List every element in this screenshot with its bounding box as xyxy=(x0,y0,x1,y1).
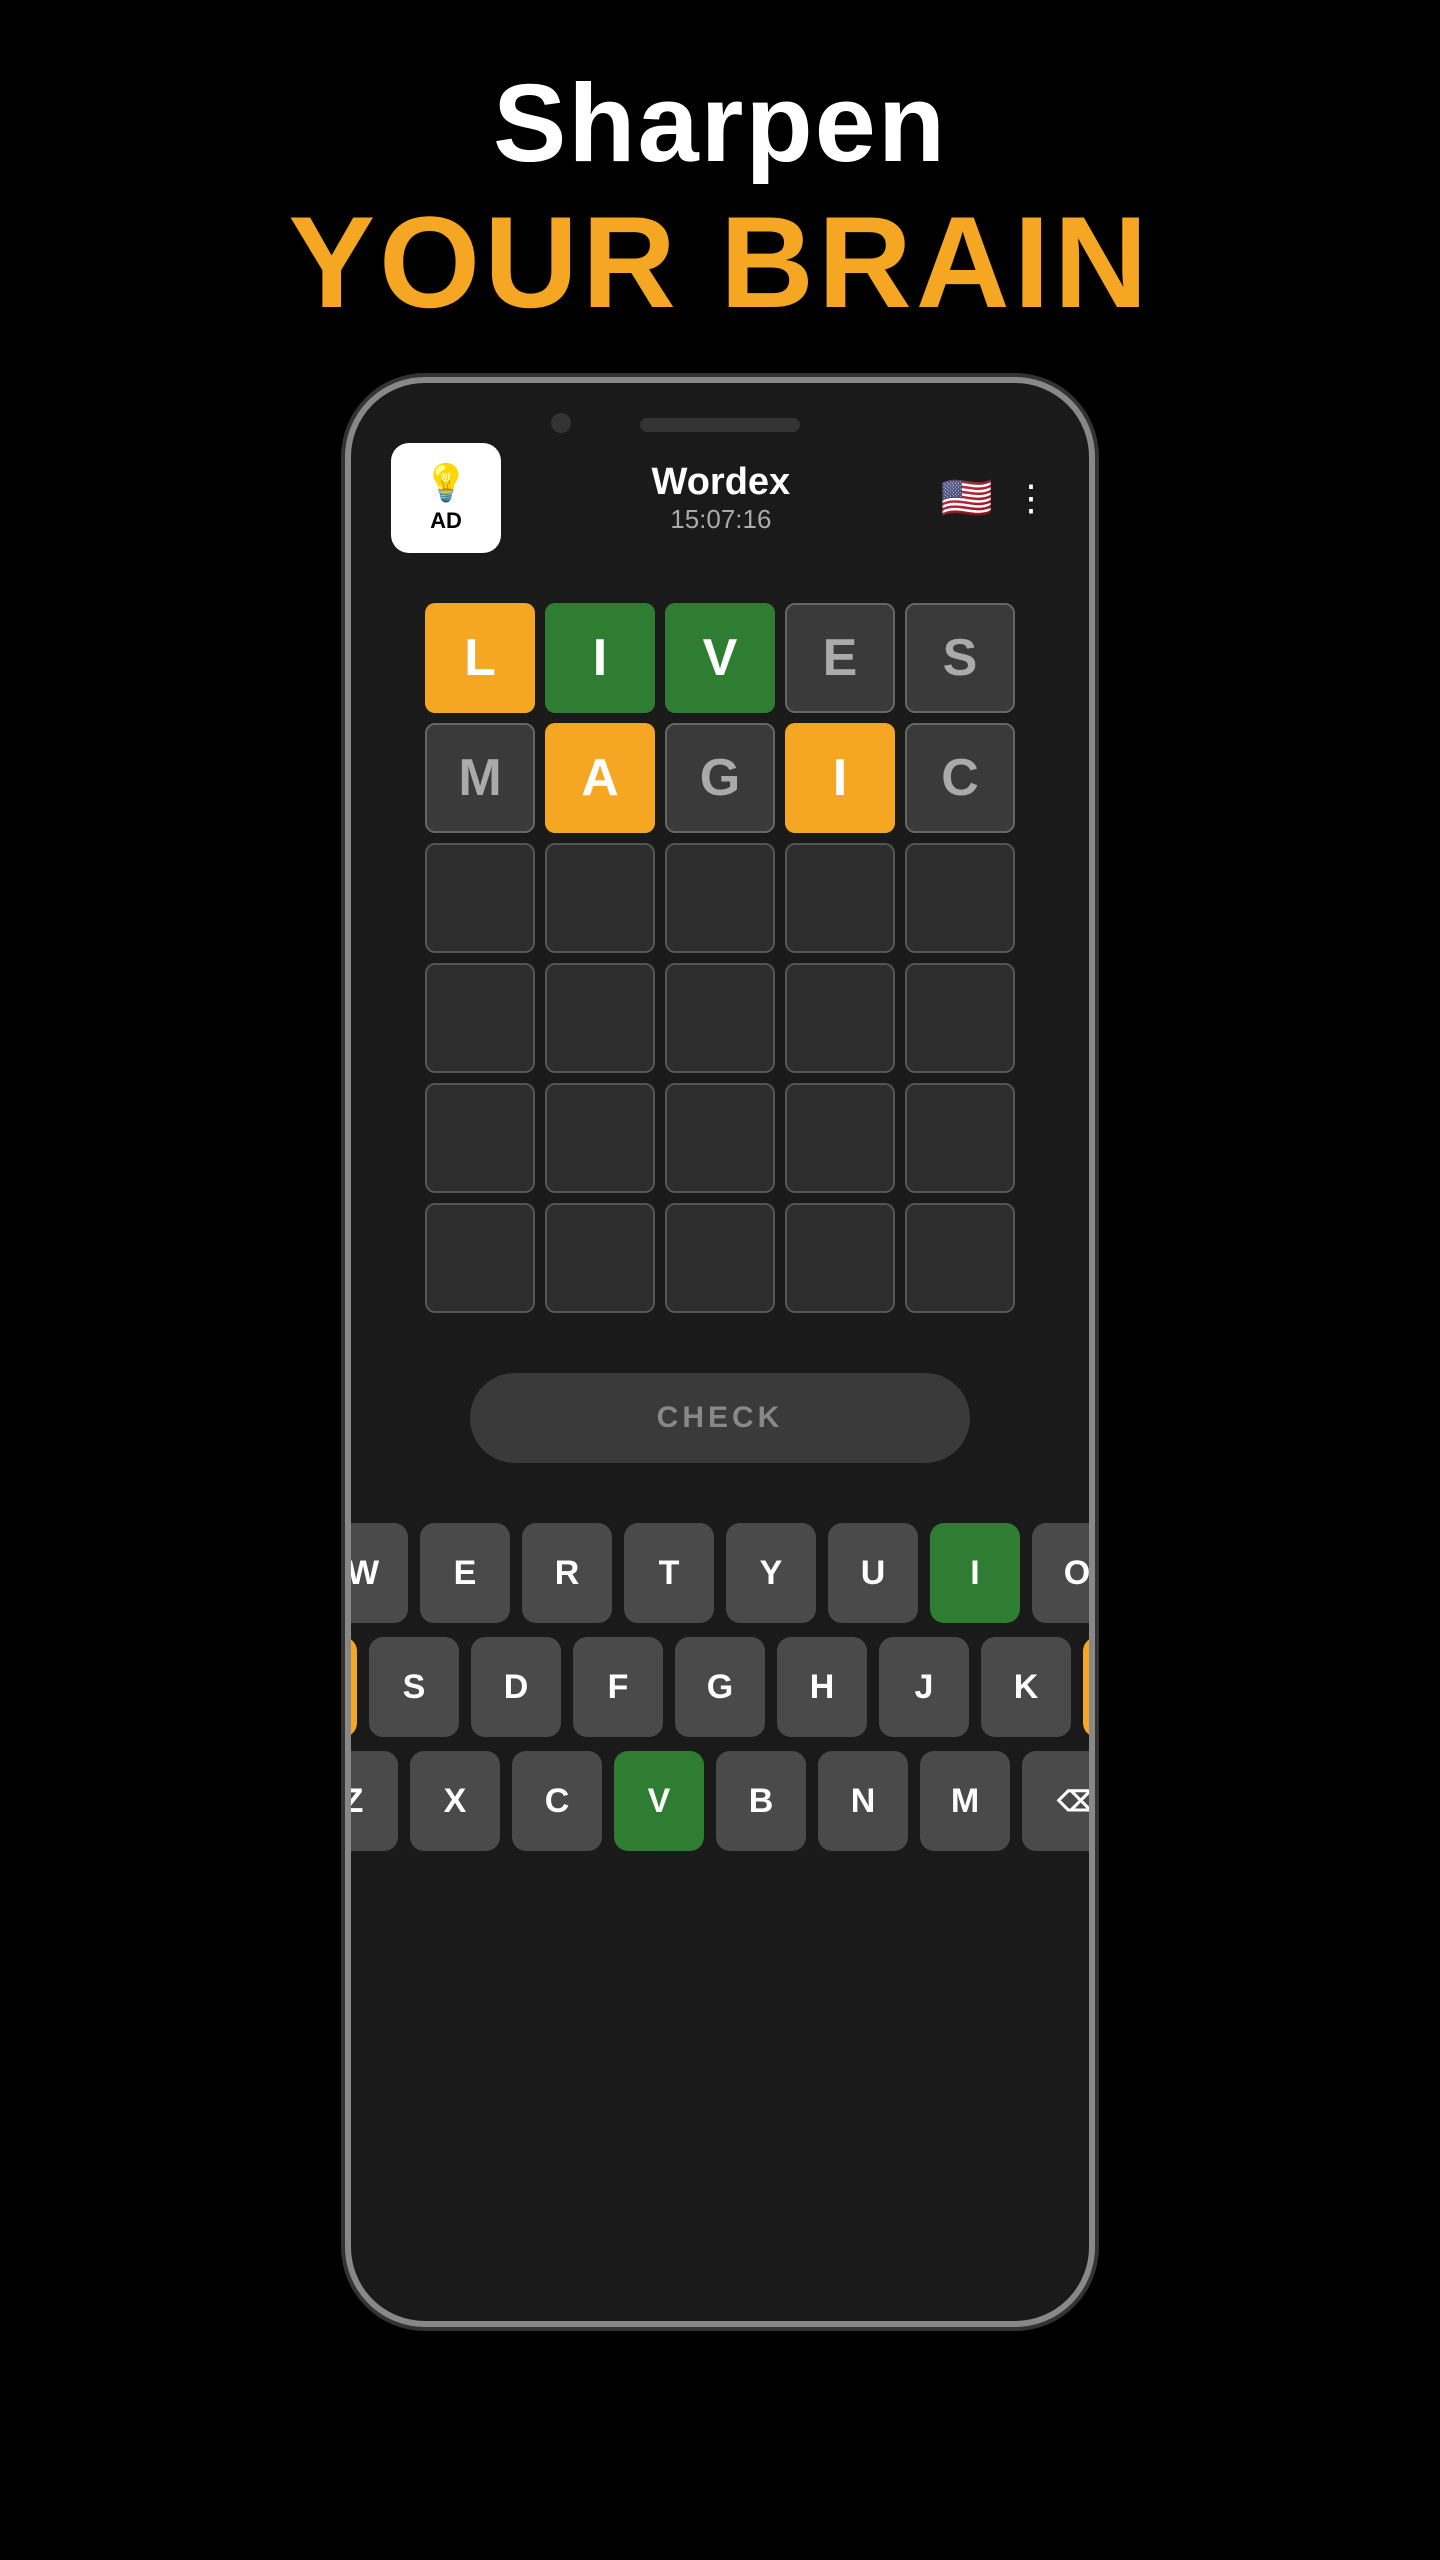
cell-5-0 xyxy=(425,1203,535,1313)
key-X[interactable]: X xyxy=(410,1751,500,1851)
key-F[interactable]: F xyxy=(573,1637,663,1737)
ad-label: AD xyxy=(430,508,462,534)
cell-5-1 xyxy=(545,1203,655,1313)
key-K[interactable]: K xyxy=(981,1637,1071,1737)
phone-side-button xyxy=(1089,783,1095,883)
cell-1-4: C xyxy=(905,723,1015,833)
key-H[interactable]: H xyxy=(777,1637,867,1737)
key-⌫[interactable]: ⌫ xyxy=(1022,1751,1095,1851)
cell-4-1 xyxy=(545,1083,655,1193)
menu-icon[interactable]: ⋮ xyxy=(1013,477,1049,519)
game-grid: LIVESMAGIC xyxy=(425,603,1015,1313)
key-B[interactable]: B xyxy=(716,1751,806,1851)
key-V[interactable]: V xyxy=(614,1751,704,1851)
cell-2-1 xyxy=(545,843,655,953)
cell-1-3: I xyxy=(785,723,895,833)
key-A[interactable]: A xyxy=(345,1637,357,1737)
cell-0-0: L xyxy=(425,603,535,713)
header-right: 🇺🇸 ⋮ xyxy=(941,474,1049,523)
cell-2-2 xyxy=(665,843,775,953)
key-R[interactable]: R xyxy=(522,1523,612,1623)
key-Y[interactable]: Y xyxy=(726,1523,816,1623)
keyboard: QWERTYUIOPASDFGHJKLZXCVBNM⌫ xyxy=(351,1493,1089,1881)
cell-2-4 xyxy=(905,843,1015,953)
key-L[interactable]: L xyxy=(1083,1637,1095,1737)
keyboard-row2: ASDFGHJKL xyxy=(345,1637,1095,1737)
key-C[interactable]: C xyxy=(512,1751,602,1851)
cell-4-0 xyxy=(425,1083,535,1193)
cell-2-3 xyxy=(785,843,895,953)
flag-icon: 🇺🇸 xyxy=(941,474,993,523)
check-button[interactable]: CHECK xyxy=(470,1373,970,1463)
cell-5-2 xyxy=(665,1203,775,1313)
cell-2-0 xyxy=(425,843,535,953)
cell-3-1 xyxy=(545,963,655,1073)
key-N[interactable]: N xyxy=(818,1751,908,1851)
key-J[interactable]: J xyxy=(879,1637,969,1737)
key-D[interactable]: D xyxy=(471,1637,561,1737)
key-G[interactable]: G xyxy=(675,1637,765,1737)
key-W[interactable]: W xyxy=(345,1523,408,1623)
cell-3-2 xyxy=(665,963,775,1073)
top-section: Sharpen YOUR BRAIN xyxy=(0,0,1440,377)
cell-0-4: S xyxy=(905,603,1015,713)
phone-speaker xyxy=(640,418,800,432)
keyboard-row1: QWERTYUIOP xyxy=(345,1523,1095,1623)
cell-5-4 xyxy=(905,1203,1015,1313)
cell-0-2: V xyxy=(665,603,775,713)
bulb-icon: 💡 xyxy=(424,462,469,504)
cell-4-2 xyxy=(665,1083,775,1193)
key-U[interactable]: U xyxy=(828,1523,918,1623)
app-timer: 15:07:16 xyxy=(652,504,791,535)
keyboard-row3: ZXCVBNM⌫ xyxy=(345,1751,1095,1851)
cell-3-4 xyxy=(905,963,1015,1073)
cell-0-1: I xyxy=(545,603,655,713)
key-M[interactable]: M xyxy=(920,1751,1010,1851)
key-E[interactable]: E xyxy=(420,1523,510,1623)
phone-frame: 💡 AD Wordex 15:07:16 🇺🇸 ⋮ LIVESMAGIC CHE… xyxy=(345,377,1095,2327)
phone-camera xyxy=(551,413,571,433)
key-S[interactable]: S xyxy=(369,1637,459,1737)
cell-5-3 xyxy=(785,1203,895,1313)
cell-4-3 xyxy=(785,1083,895,1193)
cell-1-1: A xyxy=(545,723,655,833)
cell-4-4 xyxy=(905,1083,1015,1193)
cell-0-3: E xyxy=(785,603,895,713)
app-title: Wordex xyxy=(652,461,791,504)
ad-button[interactable]: 💡 AD xyxy=(391,443,501,553)
key-Z[interactable]: Z xyxy=(345,1751,398,1851)
app-header: 💡 AD Wordex 15:07:16 🇺🇸 ⋮ xyxy=(351,413,1089,573)
check-label: CHECK xyxy=(657,1401,784,1435)
cell-1-2: G xyxy=(665,723,775,833)
cell-3-3 xyxy=(785,963,895,1073)
sharpen-text: Sharpen xyxy=(493,60,947,187)
key-T[interactable]: T xyxy=(624,1523,714,1623)
app-title-section: Wordex 15:07:16 xyxy=(652,461,791,535)
key-O[interactable]: O xyxy=(1032,1523,1095,1623)
cell-1-0: M xyxy=(425,723,535,833)
key-I[interactable]: I xyxy=(930,1523,1020,1623)
brain-text: YOUR BRAIN xyxy=(288,187,1151,337)
cell-3-0 xyxy=(425,963,535,1073)
